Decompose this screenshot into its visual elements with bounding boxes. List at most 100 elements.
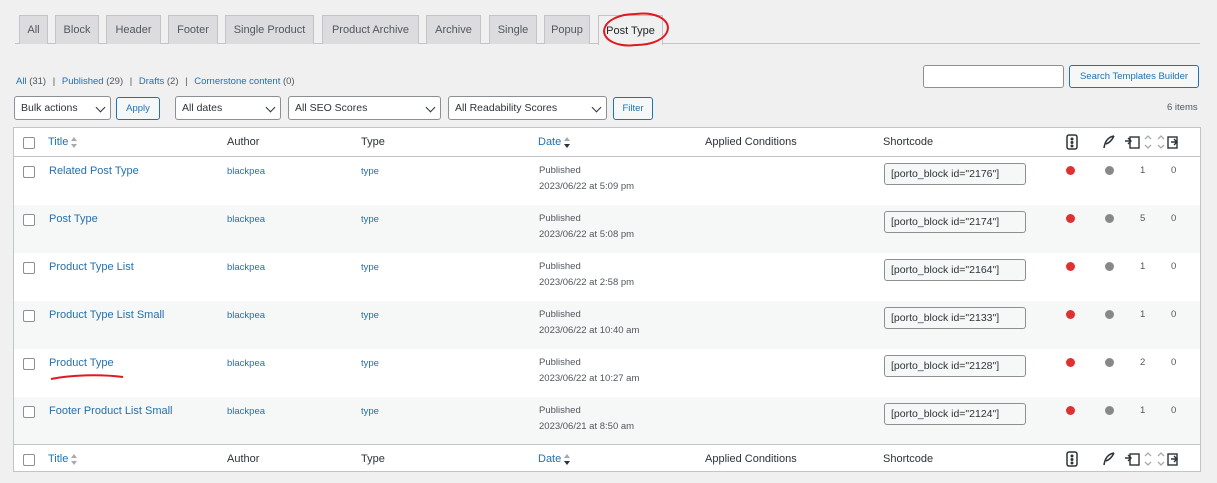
column-type-footer: Type (361, 453, 385, 465)
select-all-checkbox[interactable] (23, 137, 35, 149)
readability-feather-icon[interactable] (1102, 135, 1116, 149)
table-header: Title Author Type Date Applied Condition… (14, 128, 1200, 157)
row-title-link[interactable]: Product Type (49, 357, 114, 369)
tab-footer[interactable]: Footer (168, 15, 218, 44)
status-filter-links: All (31) | Published (29) | Drafts (2) |… (16, 76, 295, 87)
row-title-link[interactable]: Product Type List Small (49, 309, 164, 321)
seo-scores-select[interactable]: All SEO Scores (288, 96, 441, 120)
filter-cornerstone-count: (0) (282, 76, 295, 87)
column-date-footer[interactable]: Date (538, 453, 571, 465)
filter-drafts-link[interactable]: Drafts (139, 76, 164, 87)
row-type-link[interactable]: type (361, 406, 379, 417)
row-date: 2023/06/22 at 2:58 pm (539, 277, 635, 288)
row-links-out: 0 (1171, 357, 1177, 368)
row-type-link[interactable]: type (361, 358, 379, 369)
separator: | (185, 76, 188, 87)
row-type-link[interactable]: type (361, 214, 379, 225)
row-status: Published (539, 213, 581, 224)
row-date: 2023/06/21 at 8:50 am (539, 421, 635, 432)
filter-all-link[interactable]: All (16, 76, 27, 87)
row-links-in: 5 (1140, 213, 1146, 224)
row-type-link[interactable]: type (361, 166, 379, 177)
sort-icon (71, 136, 78, 148)
row-date: 2023/06/22 at 5:08 pm (539, 229, 635, 240)
tab-single-product[interactable]: Single Product (225, 15, 314, 44)
row-shortcode-field[interactable]: [porto_block id="2133"] (884, 307, 1026, 329)
tab-post-type[interactable]: Post Type (598, 15, 663, 45)
apply-button[interactable]: Apply (116, 97, 160, 120)
internal-links-in-icon[interactable] (1124, 134, 1154, 150)
readability-score-dot (1105, 406, 1114, 415)
internal-links-in-icon[interactable] (1124, 451, 1154, 467)
bulk-actions-select[interactable]: Bulk actions (14, 96, 111, 120)
row-checkbox[interactable] (23, 310, 35, 322)
column-title-label: Title (48, 136, 69, 148)
filter-published-link[interactable]: Published (62, 76, 104, 87)
seo-score-dot (1066, 262, 1075, 271)
row-type-link[interactable]: type (361, 310, 379, 321)
table-footer: Title Author Type Date Applied Condition… (14, 444, 1200, 473)
tab-product-archive[interactable]: Product Archive (322, 15, 419, 44)
row-shortcode-field[interactable]: [porto_block id="2124"] (884, 403, 1026, 425)
row-checkbox[interactable] (23, 406, 35, 418)
row-author-link[interactable]: blackpea (227, 310, 265, 321)
filter-cornerstone-link[interactable]: Cornerstone content (194, 76, 280, 87)
column-date[interactable]: Date (538, 136, 571, 148)
tab-block[interactable]: Block (55, 15, 99, 44)
internal-links-out-icon[interactable] (1156, 134, 1186, 150)
readability-score-dot (1105, 262, 1114, 271)
row-shortcode-field[interactable]: [porto_block id="2176"] (884, 163, 1026, 185)
row-shortcode-field[interactable]: [porto_block id="2128"] (884, 355, 1026, 377)
column-author: Author (227, 136, 260, 148)
chevron-down-icon (95, 102, 106, 113)
readability-score-dot (1105, 166, 1114, 175)
items-count: 6 items (1167, 102, 1198, 113)
row-checkbox[interactable] (23, 214, 35, 226)
filter-button[interactable]: Filter (613, 97, 653, 120)
dates-select[interactable]: All dates (175, 96, 281, 120)
select-all-checkbox-footer[interactable] (23, 454, 35, 466)
row-title-link[interactable]: Footer Product List Small (49, 405, 173, 417)
seo-score-icon[interactable] (1065, 134, 1079, 150)
column-title-footer[interactable]: Title (48, 453, 78, 465)
bulk-actions-value: Bulk actions (21, 102, 78, 114)
tab-archive[interactable]: Archive (426, 15, 481, 44)
internal-links-out-icon[interactable] (1156, 451, 1186, 467)
row-checkbox[interactable] (23, 358, 35, 370)
table-row: Footer Product List Small blackpea type Pub… (14, 397, 1200, 445)
row-date: 2023/06/22 at 5:09 pm (539, 181, 635, 192)
filter-published-count: (29) (106, 76, 124, 87)
readability-score-dot (1105, 358, 1114, 367)
row-title-link[interactable]: Related Post Type (49, 165, 139, 177)
row-links-out: 0 (1171, 165, 1177, 176)
row-checkbox[interactable] (23, 166, 35, 178)
row-checkbox[interactable] (23, 262, 35, 274)
column-title[interactable]: Title (48, 136, 78, 148)
tab-single[interactable]: Single (489, 15, 537, 44)
tab-header[interactable]: Header (106, 15, 161, 44)
search-templates-button[interactable]: Search Templates Builder (1069, 65, 1199, 88)
readability-scores-select[interactable]: All Readability Scores (448, 96, 607, 120)
row-title-link[interactable]: Product Type List (49, 261, 134, 273)
row-author-link[interactable]: blackpea (227, 166, 265, 177)
row-type-link[interactable]: type (361, 262, 379, 273)
row-title-link[interactable]: Post Type (49, 213, 98, 225)
chevron-down-icon (265, 102, 276, 113)
row-shortcode-field[interactable]: [porto_block id="2164"] (884, 259, 1026, 281)
readability-feather-icon[interactable] (1102, 452, 1116, 466)
tab-popup[interactable]: Popup (544, 15, 590, 44)
seo-score-icon[interactable] (1065, 451, 1079, 467)
row-shortcode-field[interactable]: [porto_block id="2174"] (884, 211, 1026, 233)
row-author-link[interactable]: blackpea (227, 262, 265, 273)
readability-score-dot (1105, 310, 1114, 319)
row-author-link[interactable]: blackpea (227, 406, 265, 417)
search-input[interactable] (923, 65, 1064, 88)
tab-all[interactable]: All (19, 15, 48, 44)
column-author-footer: Author (227, 453, 260, 465)
table-row: Product Type blackpea type Published 2023/06… (14, 349, 1200, 397)
row-author-link[interactable]: blackpea (227, 214, 265, 225)
row-author-link[interactable]: blackpea (227, 358, 265, 369)
table-row: Post Type blackpea type Published 2023/06/22… (14, 205, 1200, 253)
column-applied-conditions: Applied Conditions (705, 136, 797, 148)
column-date-label: Date (538, 136, 562, 148)
